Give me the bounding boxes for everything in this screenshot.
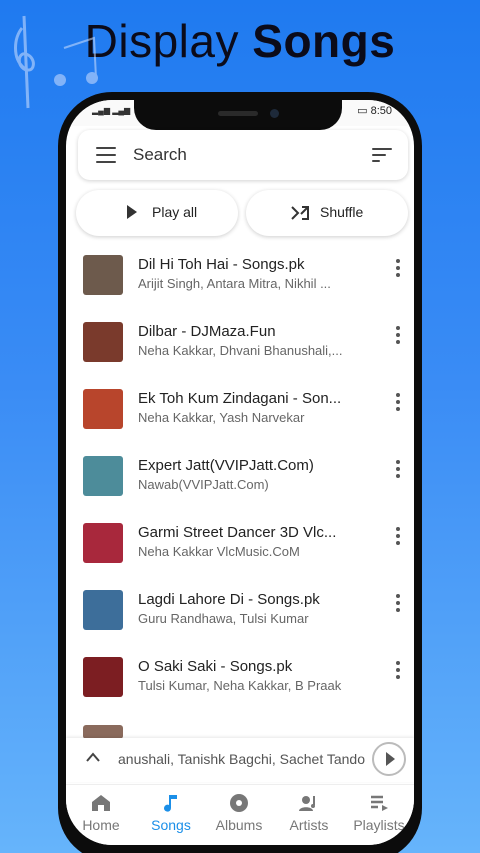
more-options-icon[interactable] [394,661,402,683]
nav-artists[interactable]: Artists [274,791,344,833]
song-row[interactable]: Expert Jatt(VVIPJatt.Com) Nawab(VVIPJatt… [66,451,414,518]
song-row[interactable]: Dilbar - DJMaza.Fun Neha Kakkar, Dhvani … [66,317,414,384]
search-bar[interactable]: Search [78,130,408,180]
shuffle-button[interactable]: Shuffle [246,190,408,236]
song-title: O Saki Saki - Songs.pk [138,658,293,675]
album-art [83,725,123,739]
more-options-icon[interactable] [394,259,402,281]
shuffle-label: Shuffle [320,204,364,220]
song-artist: Neha Kakkar, Yash Narvekar [138,410,305,425]
status-time: 8:50 [370,105,392,117]
play-all-button[interactable]: Play all [76,190,238,236]
mini-play-button[interactable] [372,742,406,776]
album-icon [230,794,248,812]
chevron-up-icon[interactable] [86,752,100,762]
front-camera [270,109,279,118]
hamburger-menu-icon[interactable] [96,147,116,163]
play-all-label: Play all [152,204,198,220]
more-options-icon[interactable] [394,326,402,348]
song-row[interactable]: Lagdi Lahore Di - Songs.pk Guru Randhawa… [66,585,414,652]
more-options-icon[interactable] [394,460,402,482]
song-row[interactable]: Ek Toh Kum Zindagani - Son... Neha Kakka… [66,384,414,451]
song-row[interactable]: Garmi Street Dancer 3D Vlc... Neha Kakka… [66,518,414,585]
bottom-navigation: Home Songs Albums Artists Playlists [66,784,414,845]
playlist-icon [371,795,388,811]
nav-label: Songs [151,817,191,833]
nav-albums[interactable]: Albums [204,791,274,833]
more-options-icon[interactable] [394,393,402,415]
album-art [83,590,123,630]
now-playing-text: anushali, Tanishk Bagchi, Sachet Tando [118,751,365,767]
song-row-partial [66,719,414,739]
artists-icon [299,796,315,811]
album-art [83,657,123,697]
song-artist: Nawab(VVIPJatt.Com) [138,477,269,492]
nav-label: Artists [289,817,329,833]
signal-icon: ▂▄▆ ▂▄▆ [92,106,131,115]
nav-label: Home [82,817,120,833]
music-note-icon [164,795,177,812]
nav-playlists[interactable]: Playlists [344,791,414,833]
status-time-group: ▭ 8:50 [357,104,392,117]
song-artist: Guru Randhawa, Tulsi Kumar [138,611,309,626]
song-title: Dil Hi Toh Hai - Songs.pk [138,256,305,273]
battery-icon: ▭ [357,105,368,117]
album-art [83,322,123,362]
song-row[interactable]: O Saki Saki - Songs.pk Tulsi Kumar, Neha… [66,652,414,719]
song-title: Ek Toh Kum Zindagani - Son... [138,390,342,407]
shuffle-icon [291,206,309,220]
song-artist: Tulsi Kumar, Neha Kakkar, B Praak [138,678,342,693]
search-label[interactable]: Search [133,145,187,165]
mini-player[interactable]: anushali, Tanishk Bagchi, Sachet Tando [66,738,414,782]
song-title: Lagdi Lahore Di - Songs.pk [138,591,320,608]
play-icon [386,752,395,766]
promo-title-bold: Songs [252,15,396,67]
song-artist: Neha Kakkar, Dhvani Bhanushali,... [138,343,343,358]
album-art [83,255,123,295]
speaker-grille [218,111,258,116]
nav-home[interactable]: Home [66,791,136,833]
nav-label: Albums [215,817,263,833]
album-art [83,456,123,496]
song-title: Expert Jatt(VVIPJatt.Com) [138,457,314,474]
song-title: Dilbar - DJMaza.Fun [138,323,276,340]
song-artist: Neha Kakkar VlcMusic.CoM [138,544,300,559]
song-title: Garmi Street Dancer 3D Vlc... [138,524,337,541]
more-options-icon[interactable] [394,527,402,549]
app-screen: ▂▄▆ ▂▄▆ ▭ 8:50 Search Play all Shuffle D… [66,100,414,845]
nav-songs[interactable]: Songs [136,791,206,833]
notch [134,100,342,130]
more-options-icon[interactable] [394,594,402,616]
play-icon [127,205,137,219]
sort-icon[interactable] [372,148,392,162]
album-art [83,523,123,563]
song-artist: Arijit Singh, Antara Mitra, Nikhil ... [138,276,331,291]
song-row[interactable]: Dil Hi Toh Hai - Songs.pk Arijit Singh, … [66,250,414,317]
album-art [83,389,123,429]
home-icon [92,795,110,811]
nav-label: Playlists [353,817,405,833]
